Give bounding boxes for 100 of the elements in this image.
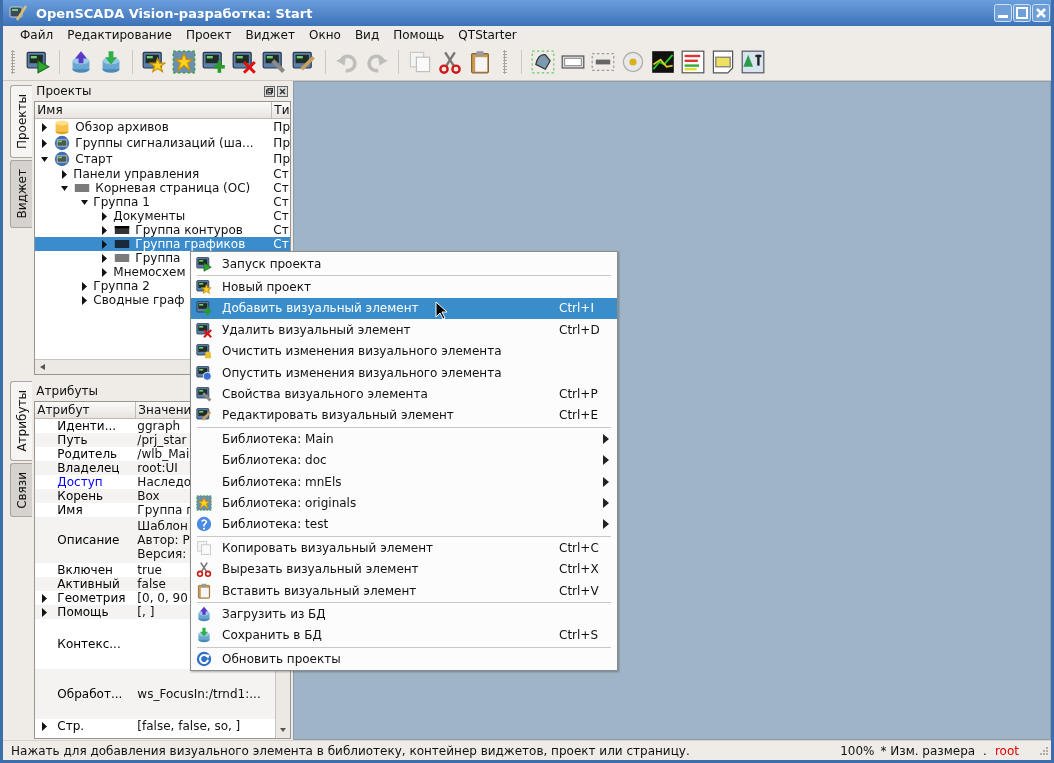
column-header[interactable]: Ти [272,102,290,118]
menu-item[interactable]: Свойства визуального элемента Ctrl+P [191,383,617,405]
menu-item[interactable]: Вставить визуальный элемент Ctrl+V [191,579,617,602]
tree-row[interactable]: Обзор архивов Пр [35,119,290,135]
app-icon[interactable] [8,3,28,23]
tree-row[interactable]: Группа 1 Ст [35,195,290,209]
expand-arrow-icon[interactable] [81,295,89,305]
menu-item[interactable]: Редактирование [60,28,179,42]
menu-item[interactable]: Обновить проекты [191,648,617,670]
menu-item[interactable]: Вырезать визуальный элемент Ctrl+X [191,558,617,580]
minimize-icon[interactable] [994,4,1012,22]
tree-item-label: Корневая страница (ОС) [95,181,251,195]
attribute-value: ws_FocusIn:/trnd1:... [137,687,261,701]
expand-arrow-icon[interactable] [41,122,49,132]
dock-tab[interactable]: Виджет [10,160,32,228]
tree-item-type: Ст [273,223,289,237]
tree-row[interactable]: Группа контуров Ст [35,223,290,237]
dock-tab[interactable]: Связи [10,462,32,518]
tree-item-label: Мнемосхем [113,265,186,279]
expand-arrow-icon[interactable] [61,169,69,179]
menu-item[interactable]: Библиотека: test [191,513,617,536]
star-grid-icon [196,495,212,511]
monitor-cross-icon[interactable] [232,50,256,74]
tree-row[interactable]: Корневая страница (ОС) Ст [35,181,290,195]
attribute-value: /wlb_Mai [137,447,190,461]
cylinder-icon [54,119,71,135]
tree-item-label: Группа 1 [93,195,150,209]
clipboard-icon[interactable] [468,50,492,74]
tree-row[interactable]: Панели управления Ст [35,167,290,181]
resize-grip-icon[interactable] [1039,745,1049,756]
menu-item[interactable]: Вид [347,28,387,42]
float-icon[interactable] [264,85,275,97]
attribute-name: Имя [57,503,83,517]
menu-item[interactable]: Запуск проекта [191,253,617,275]
menu-item[interactable]: Окно [302,28,348,42]
tree-row[interactable]: Группы сигнализаций (ша... Пр [35,135,290,151]
expand-arrow-icon[interactable] [101,211,109,221]
menu-item[interactable]: Библиотека: originals [191,492,617,514]
list-icon[interactable] [681,50,705,74]
menu-item[interactable]: Добавить визуальный элемент Ctrl+I [191,297,617,320]
monitor-star-icon[interactable] [142,50,166,74]
column-header[interactable]: Атрибут [35,402,137,418]
collapse-arrow-icon[interactable] [81,197,89,207]
attribute-name: Доступ [57,475,103,489]
dock-tab[interactable]: Проекты [10,85,32,159]
document-icon[interactable] [711,50,735,74]
expand-arrow-icon[interactable] [81,281,89,291]
maximize-icon[interactable] [1013,4,1031,22]
expand-arrow-icon[interactable] [41,138,49,148]
expand-arrow-icon[interactable] [41,721,49,731]
status-message: Нажать для добавления визуального элемента в библиотеку, контейнер виджетов, проект или страницу. [11,743,691,758]
menu-item[interactable]: Опустить изменения визуального элемента [191,361,617,384]
menu-item[interactable]: Очистить изменения визуального элемента [191,340,617,362]
monitor-play-icon[interactable] [26,50,50,74]
collapse-arrow-icon[interactable] [41,154,49,164]
column-header[interactable]: Имя [35,102,273,118]
window-title: OpenSCADA Vision-разработка: Start [36,5,314,21]
expand-arrow-icon[interactable] [101,253,109,263]
scissors-icon[interactable] [438,50,462,74]
scissors-icon [196,561,212,578]
menu-item[interactable]: Файл [13,28,61,42]
monitor-badge-icon [196,364,212,381]
tree-row[interactable]: Старт Пр [35,151,290,167]
expand-arrow-icon[interactable] [41,607,49,617]
menu-item[interactable]: Сохранить в БД Ctrl+S [191,624,617,647]
attribute-value: true [137,563,162,577]
text-box-icon[interactable] [591,50,615,74]
value-icon[interactable] [741,50,765,74]
menu-item[interactable]: Библиотека: Main [191,428,617,450]
tree-item-type: Ст [273,167,289,181]
status-separator: . [983,743,987,758]
menu-item[interactable]: Новый проект [191,276,617,298]
monitor-wrench-icon[interactable] [262,50,286,74]
collapse-arrow-icon[interactable] [61,183,69,193]
menu-item[interactable]: Виджет [238,28,302,42]
menu-item[interactable]: QTStarter [451,28,524,42]
tree-item-type: Ст [273,181,289,195]
menu-item[interactable]: Библиотека: mnEls [191,470,617,493]
shape-icon[interactable] [531,50,555,74]
expand-arrow-icon[interactable] [101,225,109,235]
star-grid-icon[interactable] [172,50,196,74]
menu-item[interactable]: Проект [178,28,239,42]
monitor-cross-icon [196,321,212,338]
menu-item[interactable]: Библиотека: doc [191,449,617,471]
menu-item[interactable]: Копировать визуальный элемент Ctrl+C [191,537,617,559]
monitor-plus-icon[interactable] [202,50,226,74]
tree-row[interactable]: Документы Ст [35,209,290,223]
expand-arrow-icon[interactable] [41,593,49,603]
tree-row[interactable]: Группа графиков Ст [35,237,290,251]
menu-item[interactable]: Загрузить из БД [191,603,617,625]
tree-item-type: Ст [273,209,289,223]
menu-item[interactable]: Помощь [386,28,452,42]
expand-arrow-icon[interactable] [101,267,109,277]
menu-item[interactable]: Удалить визуальный элемент Ctrl+D [191,319,617,341]
dock-tab[interactable]: Атрибуты [10,381,32,461]
menu-item[interactable]: Редактировать визуальный элемент Ctrl+E [191,404,617,427]
close-icon[interactable] [277,85,288,97]
chart-icon[interactable] [651,50,675,74]
attribute-value: false [137,577,166,591]
cursor-icon [435,301,447,320]
